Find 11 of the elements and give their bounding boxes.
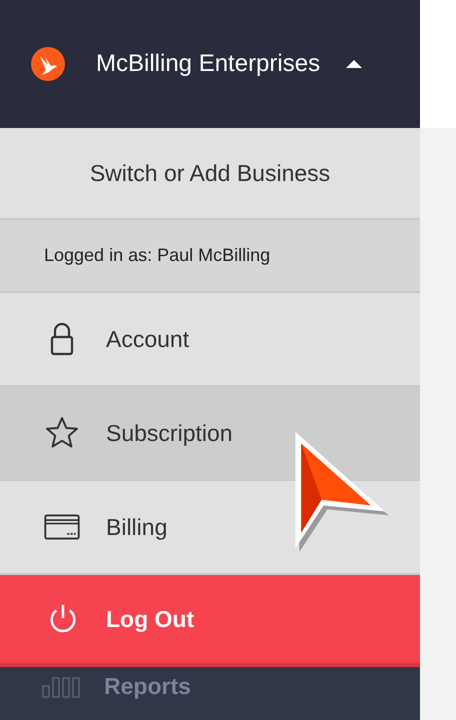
bird-logo-icon [30,46,66,82]
log-out-button[interactable]: Log Out [0,575,420,667]
switch-business-button[interactable]: Switch or Add Business [0,128,420,220]
credit-card-icon [44,512,80,542]
caret-icon [346,59,362,69]
bar-chart-icon [42,676,82,698]
menu-item[interactable]: Account [0,293,420,387]
logged-in-label: Logged in as: Paul McBilling [0,220,420,293]
menu-item[interactable]: Subscription [0,387,420,481]
menu-item[interactable]: Billing [0,481,420,575]
business-switcher[interactable]: McBilling Enterprises [96,50,362,78]
